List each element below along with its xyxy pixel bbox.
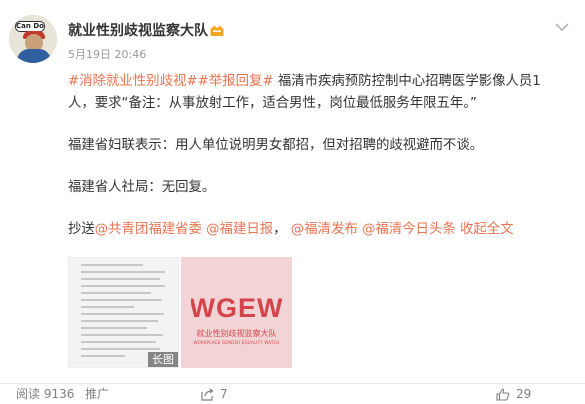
like-count: 29 <box>516 387 532 401</box>
image-gallery: 长图 WGEW 就业性别歧视监察大队 WORKPLACE GENDER EQUA… <box>68 257 292 368</box>
like-icon <box>496 387 510 401</box>
logo-english-text: WORKPLACE GENDER EQUALITY WATCH <box>193 340 280 345</box>
cc-line: 抄送@共青团福建省委 @福建日报， @福清发布 @福清今日头条 收起全文 <box>68 219 573 241</box>
like-button[interactable]: 29 <box>496 386 531 402</box>
vip-badge-icon[interactable] <box>210 25 224 37</box>
avatar-shirt <box>17 49 51 63</box>
hashtag-link[interactable]: #消除就业性别歧视# <box>68 74 198 89</box>
svg-text:WGEW: WGEW <box>191 293 282 323</box>
paragraph-1-text-cont: 人，要求“备注：从事放射工作，适合男性，岗位最低服务年限五年。” <box>68 96 477 111</box>
cc-prefix: 抄送 <box>68 222 95 237</box>
chevron-down-icon[interactable] <box>551 16 573 38</box>
post-content: #消除就业性别歧视##举报回复# 福清市疾病预防控制中心招聘医学影像人员1 人，… <box>68 71 573 241</box>
share-button[interactable]: 7 <box>200 386 228 402</box>
mention-link[interactable]: @福清发布 <box>291 222 358 237</box>
long-image-badge: 长图 <box>148 352 178 367</box>
action-bar: 阅读 9136 推广 7 29 <box>0 384 585 404</box>
share-count: 7 <box>220 387 228 401</box>
logo-chinese-text: 就业性别歧视监察大队 <box>196 329 277 338</box>
mention-link[interactable]: @福清今日头条 <box>362 222 456 237</box>
author-name[interactable]: 就业性别歧视监察大队 <box>68 22 208 40</box>
paragraph-1: #消除就业性别歧视##举报回复# 福清市疾病预防控制中心招聘医学影像人员1 人，… <box>68 71 573 115</box>
collapse-text-link[interactable]: 收起全文 <box>460 222 514 237</box>
view-count: 阅读 9136 <box>16 387 75 401</box>
document-text-lines <box>81 264 169 362</box>
post-timestamp[interactable]: 5月19日 20:46 <box>68 48 146 62</box>
paragraph-3: 福建省人社局：无回复。 <box>68 180 216 195</box>
promote-button[interactable]: 推广 <box>85 386 109 402</box>
document-thumbnail[interactable]: 长图 <box>68 257 179 368</box>
hashtag-link[interactable]: #举报回复# <box>198 74 274 89</box>
cc-separator: ， <box>273 222 287 237</box>
mention-link[interactable]: @福建日报 <box>206 222 273 237</box>
logo-thumbnail[interactable]: WGEW 就业性别歧视监察大队 WORKPLACE GENDER EQUALIT… <box>181 257 292 368</box>
wgew-logo: WGEW <box>191 293 282 323</box>
paragraph-1-text: 福清市疾病预防控制中心招聘医学影像人员1 <box>273 74 541 89</box>
mention-link[interactable]: @共青团福建省委 <box>95 222 202 237</box>
share-icon <box>201 388 214 401</box>
paragraph-2: 福建省妇联表示：用人单位说明男女都招，但对招聘的歧视避而不谈。 <box>68 138 484 153</box>
avatar[interactable]: Can Do <box>9 15 57 63</box>
